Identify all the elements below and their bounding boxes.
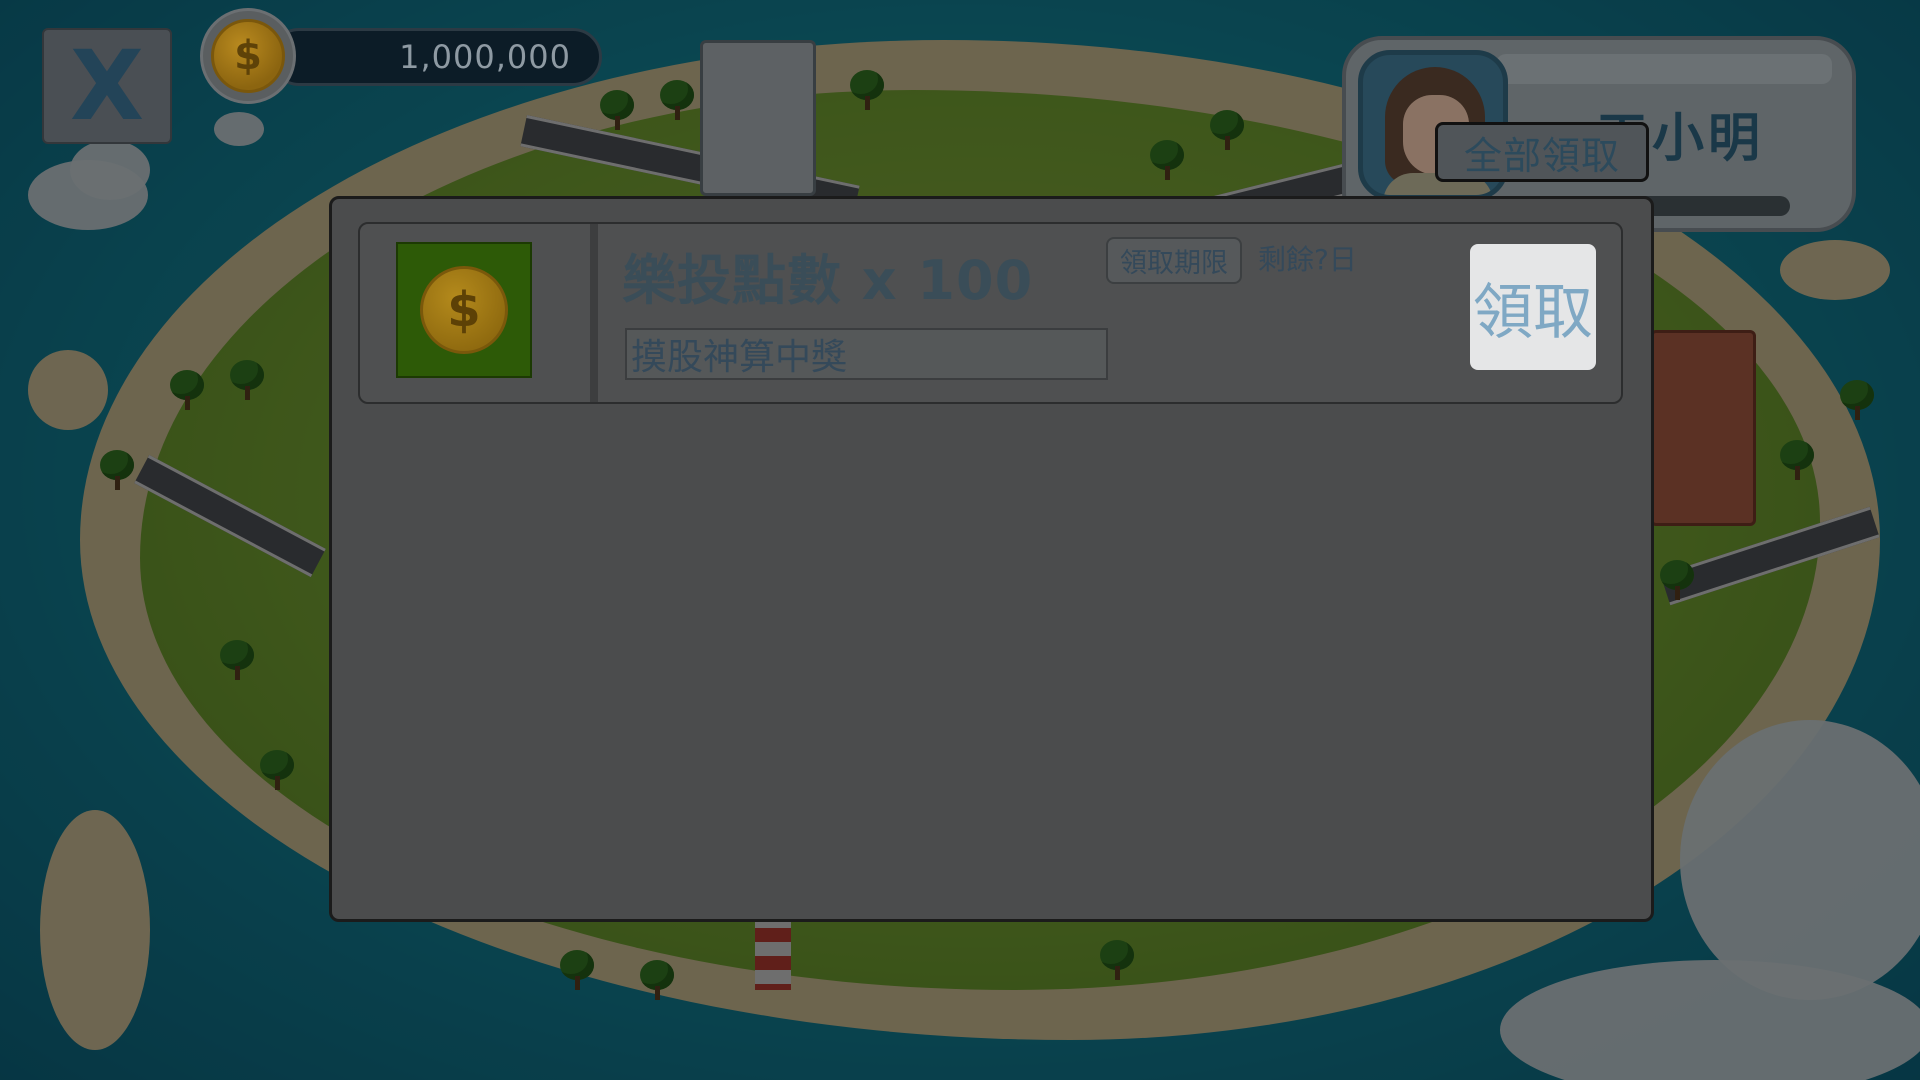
- coin-symbol: $: [211, 19, 285, 93]
- coin-balance-bar: 1,000,000: [270, 28, 602, 86]
- remaining-days: 剩餘?日: [1258, 243, 1357, 276]
- item-divider: [590, 224, 598, 402]
- coin-balance: 1,000,000: [399, 38, 571, 76]
- reward-title: 樂投點數 x 100: [622, 249, 1034, 312]
- claim-button[interactable]: 領取: [1470, 244, 1596, 370]
- close-button[interactable]: X: [42, 28, 172, 144]
- list-item: $ 樂投點數 x 100 領取期限 剩餘?日 摸股神算中獎 領取: [358, 222, 1623, 404]
- reward-source: 摸股神算中獎: [625, 328, 1108, 380]
- claim-all-button[interactable]: 全部領取: [1435, 122, 1649, 182]
- coin-icon: $: [420, 266, 508, 354]
- deadline-badge: 領取期限: [1106, 237, 1242, 284]
- profile-stripe: [1496, 54, 1832, 84]
- reward-thumbnail: $: [396, 242, 532, 378]
- mailbox-modal: $ 樂投點數 x 100 領取期限 剩餘?日 摸股神算中獎 領取: [329, 196, 1654, 922]
- coin-icon: $: [200, 8, 296, 104]
